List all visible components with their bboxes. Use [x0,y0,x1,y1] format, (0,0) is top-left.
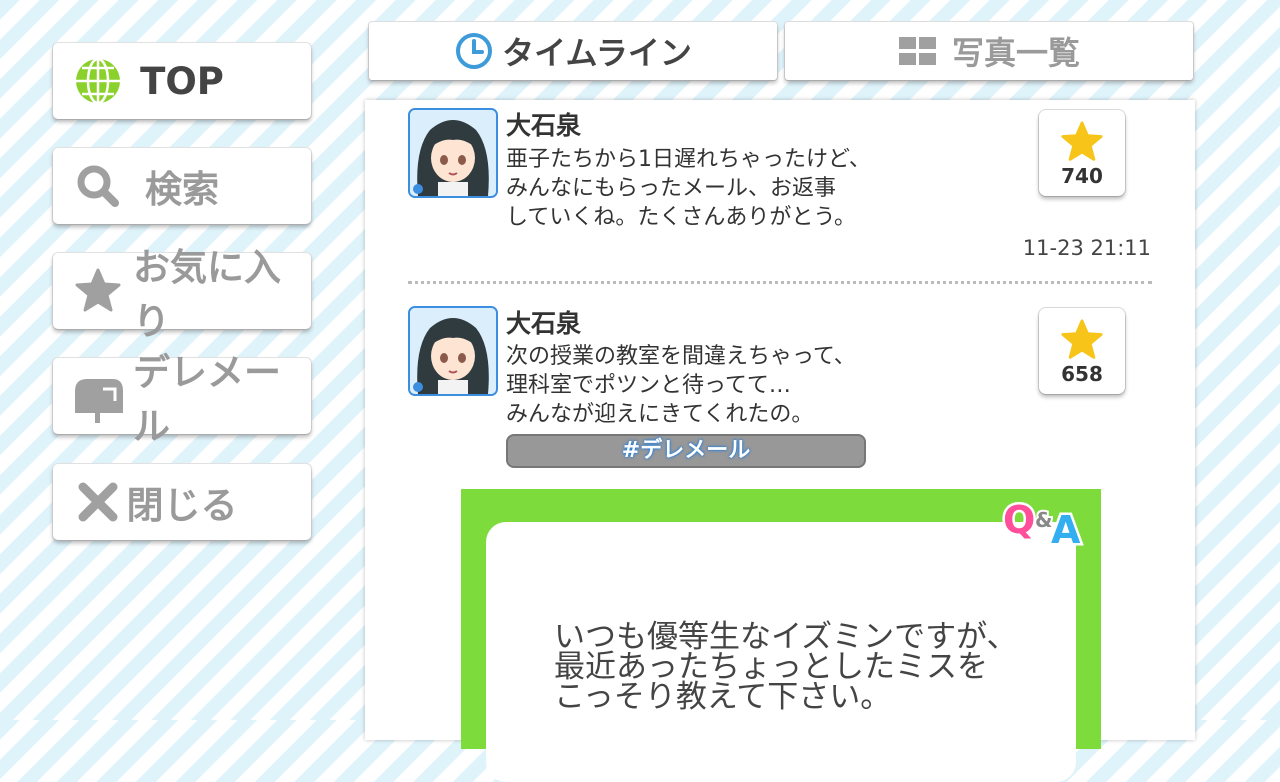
tab-photos[interactable]: 写真一覧 [785,22,1193,80]
post-timestamp: 11-23 21:11 [1022,236,1151,260]
mailbox-icon [75,379,123,423]
star-icon [75,268,121,312]
sidebar-item-deremail[interactable]: デレメール [53,351,311,448]
sidebar-item-label: TOP [140,59,224,103]
post-line: していくね。たくさんありがとう。 [506,205,857,230]
avatar-image [410,110,496,196]
sidebar-item-top[interactable]: TOP [53,43,311,119]
star-icon [1061,319,1103,359]
post-divider [408,281,1152,284]
star-icon [1061,121,1103,161]
post-line: 亜子たちから1日遅れちゃったけど、 [506,147,871,172]
sidebar-item-label: 検索 [145,168,219,211]
post-body: 次の授業の教室を間違えちゃって、 理科室でポツンと待ってて… みんなが迎えにきて… [506,342,926,429]
avatar[interactable] [408,306,498,396]
like-button[interactable]: 658 [1039,308,1125,394]
qa-logo-a: A [1051,508,1081,549]
sidebar-item-close[interactable]: 閉じる [53,464,311,540]
qa-logo-amp: & [1035,508,1052,532]
post-body: 亜子たちから1日遅れちゃったけど、 みんなにもらったメール、お返事 していくね。… [506,145,926,232]
qa-logo-q: Q [1003,498,1035,542]
qa-question: いつも優等生なイズミンですが、 最近あったちょっとしたミスを こっそり教えて下さ… [554,619,1054,715]
qa-card-body: いつも優等生なイズミンですが、 最近あったちょっとしたミスを こっそり教えて下さ… [486,522,1076,782]
sidebar-item-favorites[interactable]: お気に入り [53,246,311,343]
avatar-image [410,308,496,394]
post-line: 次の授業の教室を間違えちゃって、 [506,344,856,369]
hashtag-button[interactable]: #デレメール [506,434,866,468]
tab-timeline[interactable]: タイムライン [369,22,777,80]
qa-card[interactable]: いつも優等生なイズミンですが、 最近あったちょっとしたミスを こっそり教えて下さ… [461,489,1101,782]
sidebar-item-label: 閉じる [126,484,238,527]
clock-icon [456,33,493,69]
qa-line: いつも優等生なイズミンですが、 [554,619,1018,655]
avatar[interactable] [408,108,498,198]
like-count: 740 [1061,164,1103,188]
post-line: みんなが迎えにきてくれたの。 [506,402,814,427]
grid-icon [898,37,936,65]
post-author: 大石泉 [506,111,582,140]
like-button[interactable]: 740 [1039,110,1125,196]
post-line: 理科室でポツンと待ってて… [506,373,791,398]
post-author: 大石泉 [506,309,582,338]
like-count: 658 [1061,362,1103,386]
sidebar-item-search[interactable]: 検索 [53,148,311,224]
sidebar-item-label: お気に入り [133,246,281,343]
tab-label: 写真一覧 [951,34,1080,72]
qa-line: 最近あったちょっとしたミスを [554,649,988,685]
qa-logo: Q & A [1001,496,1084,550]
tab-label: タイムライン [502,34,692,72]
sidebar-item-label: デレメール [133,351,281,448]
post-line: みんなにもらったメール、お返事 [506,176,837,201]
qa-line: こっそり教えて下さい。 [554,679,892,715]
timeline-panel[interactable]: 大石泉 亜子たちから1日遅れちゃったけど、 みんなにもらったメール、お返事 して… [365,100,1195,782]
